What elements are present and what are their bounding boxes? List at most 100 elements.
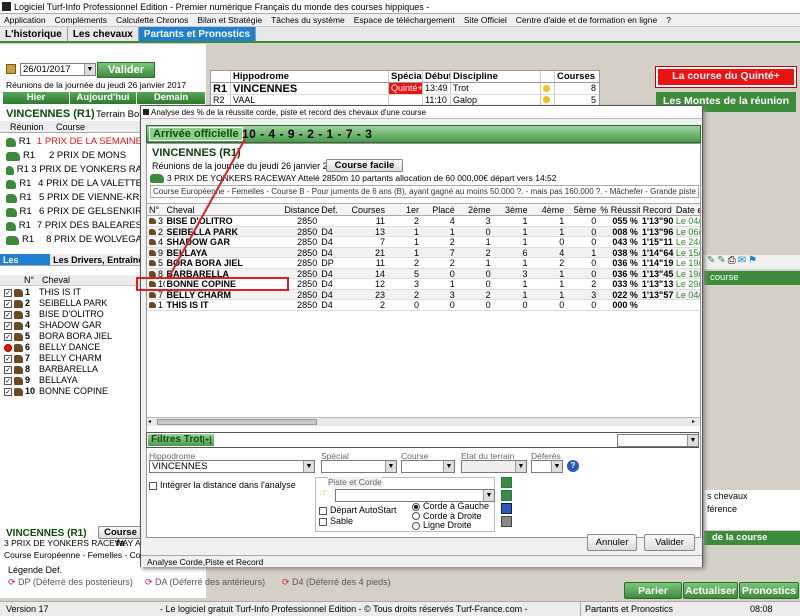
- depart-autostart[interactable]: Départ AutoStart: [319, 505, 397, 515]
- radio-on[interactable]: [412, 502, 420, 511]
- course-list-item[interactable]: R1 2 PRIX DE MONS: [0, 149, 142, 163]
- filtres-expand[interactable]: [+]: [203, 437, 212, 444]
- analyse-row[interactable]: 1 THIS IS IT 2850 D4 2 0 0 0 0 0 0 000 %: [147, 300, 700, 311]
- course-facile-button[interactable]: Course facile: [326, 159, 403, 172]
- chevron-down-icon[interactable]: ▼: [483, 490, 494, 501]
- partant-row[interactable]: ✓ 3 BISE D'OLITRO: [0, 309, 142, 320]
- integrer-check-box[interactable]: [149, 481, 157, 490]
- hier-button[interactable]: Hier: [3, 92, 69, 104]
- chevron-down-icon[interactable]: ▼: [385, 461, 396, 472]
- horizontal-scrollbar[interactable]: ◂ ▸: [147, 417, 700, 426]
- sable-check[interactable]: [319, 517, 327, 526]
- tab-chevaux[interactable]: Les chevaux: [68, 27, 139, 41]
- checkbox-icon[interactable]: ✓: [4, 321, 12, 330]
- tab-drivers[interactable]: Les Drivers, Entraîneurs: [50, 254, 142, 265]
- chevron-down-icon[interactable]: ▼: [551, 461, 562, 472]
- tab-partants[interactable]: Les partants: [0, 254, 51, 277]
- right-details-header[interactable]: de la course: [704, 531, 800, 545]
- radio-ligne-droite[interactable]: Ligne Droite: [412, 520, 489, 531]
- scroll-thumb[interactable]: [157, 419, 317, 425]
- course-list-item[interactable]: R1 8 PRIX DE WOLVEGA: [0, 233, 142, 247]
- partant-row[interactable]: ✓ 2 SEIBELLA PARK: [0, 298, 142, 309]
- checkbox-icon[interactable]: ✓: [4, 299, 12, 308]
- checkbox-icon[interactable]: ✓: [4, 376, 12, 385]
- checkbox-icon[interactable]: ✓: [4, 332, 12, 341]
- tab-historique[interactable]: L'historique: [0, 27, 68, 41]
- edit-icon[interactable]: [501, 503, 512, 514]
- calendar-icon[interactable]: [6, 64, 16, 74]
- tool-icon[interactable]: ✉: [738, 255, 746, 269]
- analyse-row[interactable]: 4 SHADOW GAR 2850 D4 7 1 2 1 1 0 0 043 % 1'15"11 Le 2…: [147, 237, 700, 248]
- radio-off[interactable]: [412, 512, 420, 521]
- partant-row[interactable]: ✓ 7 BELLY CHARM: [0, 353, 142, 364]
- menu-calculette[interactable]: Calculette Chronos: [116, 14, 188, 26]
- hippodrome-select[interactable]: VINCENNES ▼: [149, 460, 315, 473]
- parier-button[interactable]: Parier: [624, 582, 682, 599]
- quinte-button[interactable]: La course du Quinté+: [655, 66, 797, 88]
- add-icon[interactable]: [501, 477, 512, 488]
- analyse-row[interactable]: 2 SEIBELLA PARK 2850 D4 13 1 1 0 1 1 0 008 % 1'13"96…: [147, 226, 700, 237]
- course-list-item[interactable]: R1 1 PRIX DE LA SEMAINE: [0, 135, 142, 149]
- course-list-item[interactable]: R1 7 PRIX DES BALEARES: [0, 219, 142, 233]
- chevron-down-icon[interactable]: ▼: [303, 461, 314, 472]
- analyse-row[interactable]: 9 BELLAYA 2850 D4 21 1 7 2 6 4 1 038 % 1'14"64 Le 15/: [147, 247, 700, 258]
- terrain-select[interactable]: ▼: [461, 460, 527, 473]
- partant-row[interactable]: 6 BELLY DANCE: [0, 342, 142, 353]
- tab-partants-pronostics[interactable]: Partants et Pronostics: [138, 27, 257, 41]
- actualiser-button[interactable]: Actualiser: [683, 582, 738, 599]
- partant-row[interactable]: ✓ 9 BELLAYA: [0, 375, 142, 386]
- radio-off[interactable]: [412, 521, 420, 530]
- course-list-item[interactable]: R1 6 PRIX DE GELSENKIR: [0, 205, 142, 219]
- course-list-item[interactable]: R1 3 PRIX DE YONKERS RA: [0, 163, 142, 177]
- deferes-select[interactable]: ▼: [531, 460, 563, 473]
- menu-taches[interactable]: Tâches du système: [271, 14, 345, 26]
- checkbox-icon[interactable]: ✓: [4, 310, 12, 319]
- analyse-row[interactable]: 3 BISE D'OLITRO 2850 11 2 4 3 1 1 0 055 % 1'13"90 Le…: [147, 216, 700, 227]
- course-select[interactable]: ▼: [401, 460, 455, 473]
- tool-icon[interactable]: ⎙: [728, 255, 736, 269]
- filtres-select[interactable]: ▼: [617, 434, 699, 447]
- integrer-checkbox[interactable]: Intégrer la distance dans l'analyse: [149, 480, 296, 490]
- chevron-down-icon[interactable]: ▼: [443, 461, 454, 472]
- partant-row[interactable]: ✓ 1 THIS IS IT: [0, 287, 142, 298]
- partant-row[interactable]: ✓ 5 BORA BORA JIEL: [0, 331, 142, 342]
- aujourdhui-button[interactable]: Aujourd'hui: [70, 92, 136, 104]
- tool-icon[interactable]: ⚑: [748, 255, 757, 269]
- filtres-label[interactable]: Filtres Trot[+]: [148, 434, 215, 446]
- menu-help[interactable]: ?: [666, 14, 671, 26]
- valider-button[interactable]: Valider: [97, 62, 155, 78]
- checkbox-icon[interactable]: ✓: [4, 354, 12, 363]
- right-list-ference[interactable]: férence: [704, 503, 800, 516]
- tool-icon[interactable]: ✎: [717, 255, 725, 269]
- date-select[interactable]: 26/01/2017 ▼: [20, 63, 96, 76]
- chevron-down-icon[interactable]: ▼: [515, 461, 526, 472]
- checkbox-icon[interactable]: ✓: [4, 387, 12, 396]
- analyse-row[interactable]: 5 BORA BORA JIEL 2850 DP 11 2 2 1 1 2 0 036 % 1'14"1…: [147, 258, 700, 269]
- course-list-item[interactable]: R1 5 PRIX DE VIENNE-KRI: [0, 191, 142, 205]
- demain-button[interactable]: Demain: [137, 92, 205, 104]
- menu-bilan[interactable]: Bilan et Stratégie: [197, 14, 262, 26]
- depart-autostart-check[interactable]: [319, 506, 327, 515]
- menu-complements[interactable]: Compléments: [55, 14, 107, 26]
- scratch-icon[interactable]: [4, 343, 12, 352]
- refresh-icon[interactable]: [501, 490, 512, 501]
- sable-checkbox[interactable]: Sable: [319, 516, 353, 526]
- annuler-button[interactable]: Annuler: [587, 534, 637, 551]
- tool-icon[interactable]: ✎: [707, 255, 715, 269]
- chevron-down-icon[interactable]: ▼: [84, 64, 95, 75]
- menu-aide[interactable]: Centre d'aide et de formation en ligne: [516, 14, 658, 26]
- help-icon[interactable]: ?: [567, 460, 579, 472]
- partant-row[interactable]: ✓ 10 BONNE COPINE: [0, 386, 142, 397]
- chevron-down-icon[interactable]: ▼: [687, 435, 698, 446]
- pronostics-button[interactable]: Pronostics: [739, 582, 799, 599]
- menu-application[interactable]: Application: [4, 14, 46, 26]
- analyse-row[interactable]: 7 BELLY CHARM 2850 D4 23 2 3 2 1 1 3 022 % 1'13"57 Le…: [147, 289, 700, 300]
- scroll-left-icon[interactable]: ◂: [148, 419, 154, 425]
- print-icon[interactable]: [501, 516, 512, 527]
- partant-row[interactable]: ✓ 4 SHADOW GAR: [0, 320, 142, 331]
- course-list-item[interactable]: R1 4 PRIX DE LA VALETTE: [0, 177, 142, 191]
- menu-telechargement[interactable]: Espace de téléchargement: [354, 14, 455, 26]
- partant-row[interactable]: ✓ 8 BARBARELLA: [0, 364, 142, 375]
- special-select[interactable]: ▼: [321, 460, 397, 473]
- reunion-row[interactable]: R1 VINCENNES Quinté+ 13:49 Trot 8: [211, 83, 599, 95]
